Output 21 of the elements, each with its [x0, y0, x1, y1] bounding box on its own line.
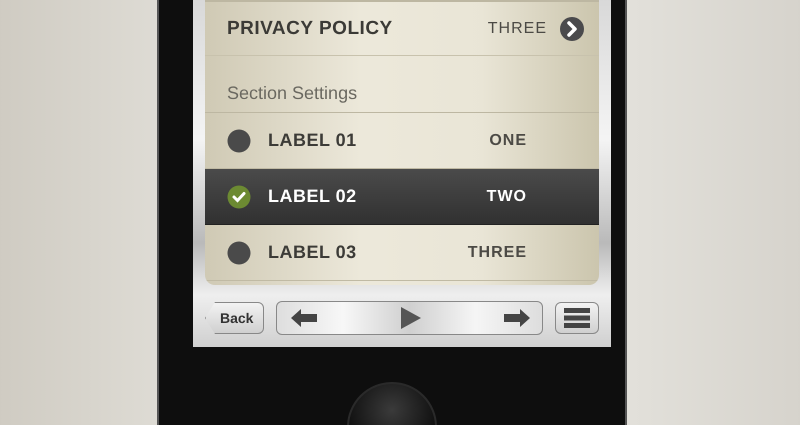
row-label: PRIVACY POLICY [227, 18, 394, 40]
option-row[interactable]: LABEL 02 TWO [205, 169, 599, 225]
option-label: LABEL 03 [268, 242, 358, 263]
menu-button[interactable] [555, 302, 599, 334]
radio-dot-icon [227, 128, 251, 152]
menu-icon [564, 308, 590, 328]
option-label: LABEL 02 [268, 186, 358, 207]
option-label: LABEL 01 [268, 130, 358, 151]
radio-dot-icon [227, 240, 251, 264]
arrow-left-icon[interactable] [291, 309, 318, 327]
option-row[interactable]: LABEL 03 THREE [205, 225, 599, 281]
option-value: TWO [486, 188, 527, 206]
play-icon[interactable] [400, 307, 421, 329]
chevron-icon[interactable] [559, 16, 585, 42]
row-value: THREE [488, 20, 547, 38]
option-value: THREE [468, 244, 527, 262]
back-button[interactable]: Back [205, 302, 264, 334]
option-value: ONE [489, 132, 527, 150]
section-header: Section Settings [227, 82, 358, 104]
check-icon [227, 184, 251, 208]
arrow-right-icon[interactable] [504, 309, 530, 327]
